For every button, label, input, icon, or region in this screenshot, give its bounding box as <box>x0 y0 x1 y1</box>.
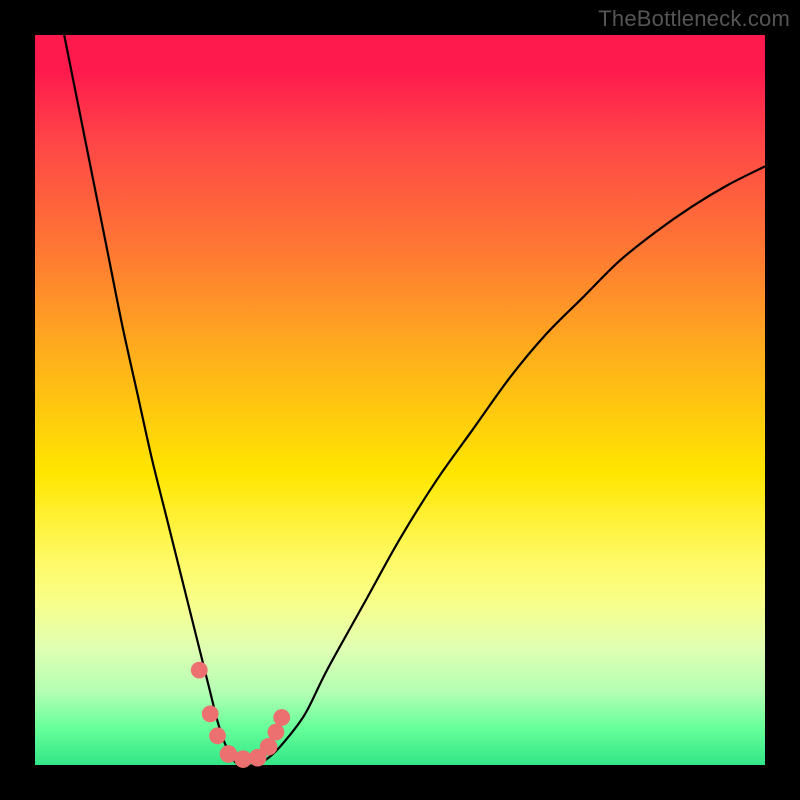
curve-marker <box>273 709 290 726</box>
curve-marker <box>268 724 285 741</box>
curve-marker <box>191 662 208 679</box>
curve-svg <box>35 35 765 765</box>
bottleneck-curve <box>64 35 765 766</box>
watermark-text: TheBottleneck.com <box>598 6 790 32</box>
plot-area <box>35 35 765 765</box>
curve-marker <box>260 738 278 756</box>
curve-marker <box>209 727 226 744</box>
curve-marker <box>202 706 219 723</box>
chart-frame: TheBottleneck.com <box>0 0 800 800</box>
